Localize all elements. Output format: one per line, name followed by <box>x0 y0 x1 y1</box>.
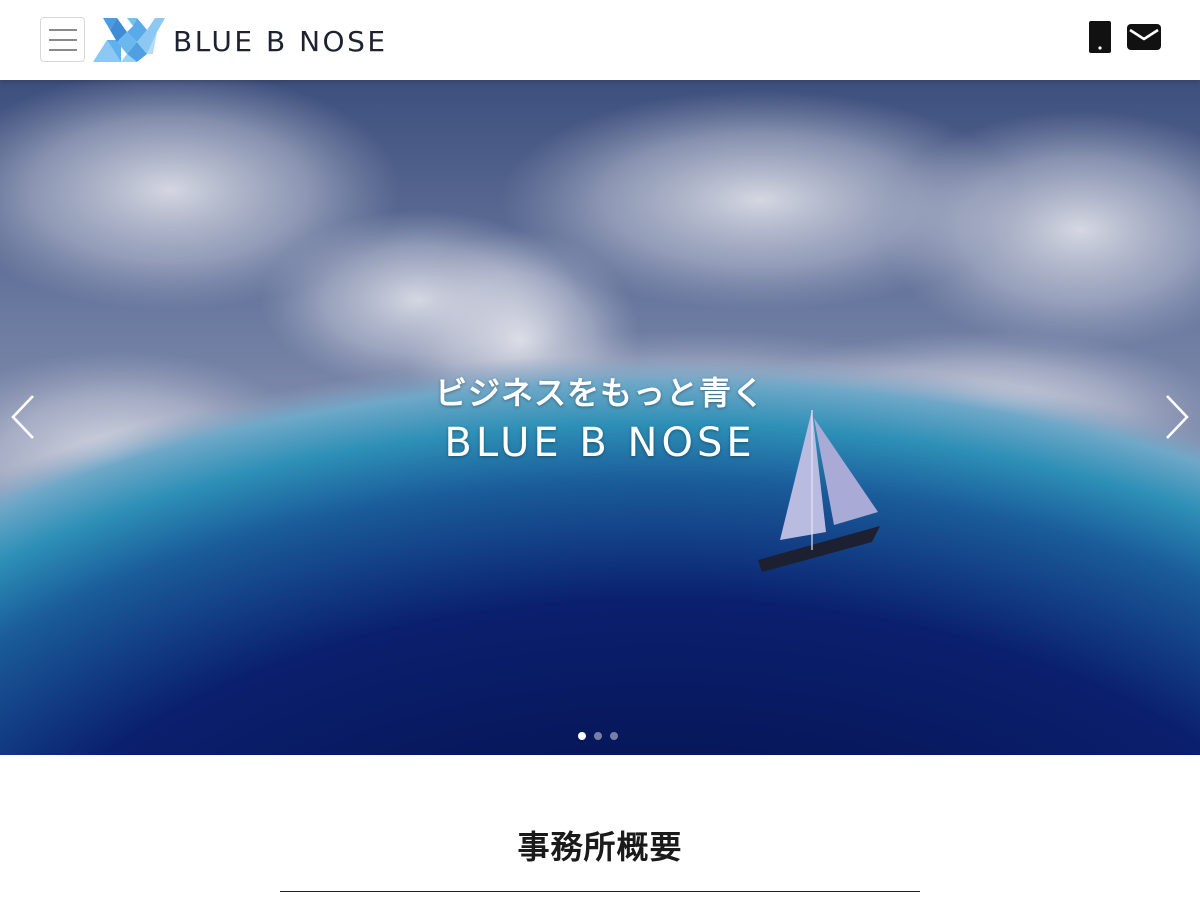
section-divider <box>280 891 920 892</box>
carousel-indicator-2[interactable] <box>594 732 602 740</box>
envelope-icon[interactable] <box>1127 24 1161 50</box>
hero-tagline: ビジネスをもっと青く <box>434 374 765 412</box>
site-logo[interactable]: BLUE B NOSE <box>93 17 388 62</box>
carousel-indicators <box>578 732 618 740</box>
hero-title: BLUE B NOSE <box>444 420 756 466</box>
logo-mark-icon <box>93 17 165 62</box>
hero-carousel: ビジネスをもっと青く BLUE B NOSE <box>0 80 1200 755</box>
smartphone-icon[interactable] <box>1089 21 1111 53</box>
section-title-office-overview: 事務所概要 <box>517 828 683 866</box>
brand-name: BLUE B NOSE <box>173 24 388 58</box>
menu-toggle-button[interactable] <box>40 17 85 62</box>
carousel-indicator-1[interactable] <box>578 732 586 740</box>
site-header: BLUE B NOSE <box>0 0 1200 80</box>
hero-background-image <box>0 80 1200 755</box>
hamburger-menu-icon-bar <box>48 48 77 51</box>
hamburger-menu-icon <box>48 28 77 31</box>
carousel-indicator-3[interactable] <box>610 732 618 740</box>
hamburger-menu-icon-bar <box>48 38 77 41</box>
chevron-right-icon[interactable] <box>1162 392 1192 442</box>
chevron-left-icon[interactable] <box>8 392 38 442</box>
